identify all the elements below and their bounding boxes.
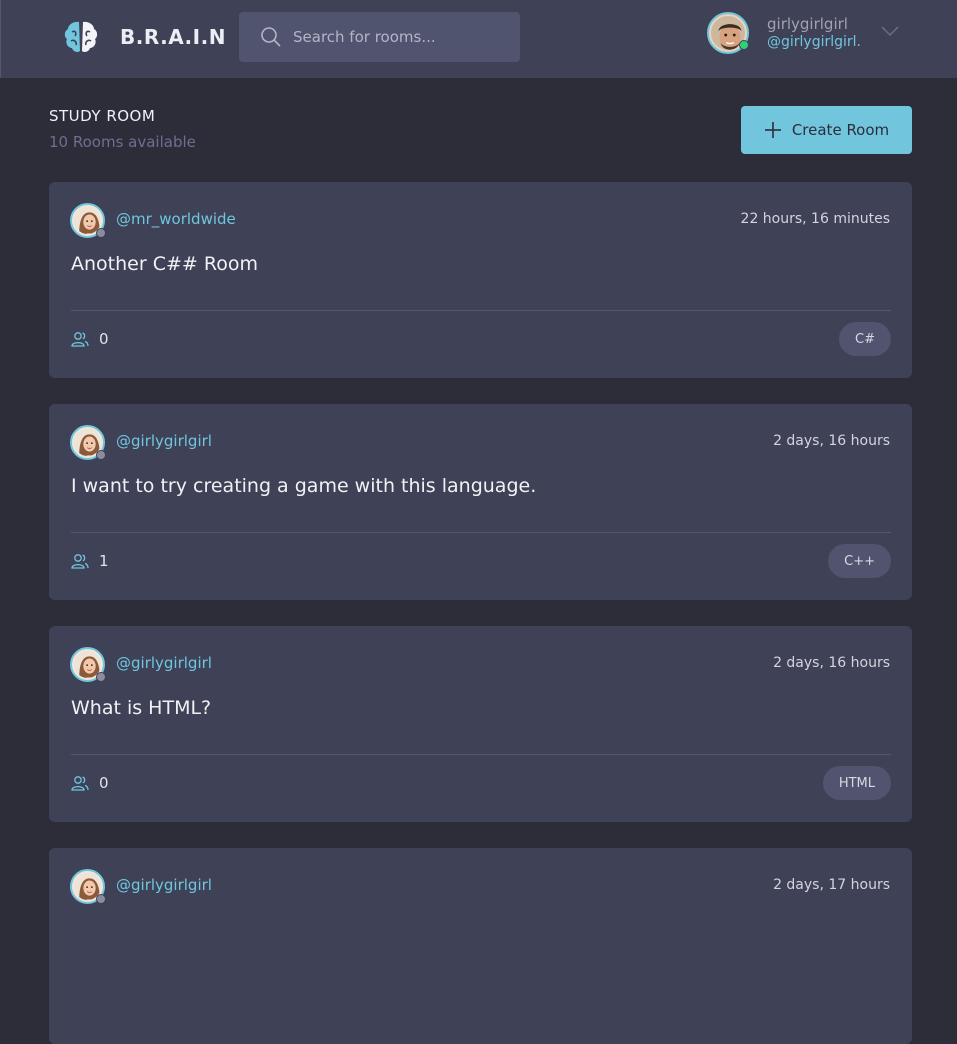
host-avatar[interactable] (70, 647, 106, 682)
room-host[interactable]: @mr_worldwide (116, 210, 236, 228)
participant-count: 1 (99, 552, 109, 570)
topic-tag[interactable]: HTML (822, 766, 891, 800)
room-card[interactable]: @girlygirlgirl 2 days, 16 hours I want t… (49, 404, 912, 600)
room-host[interactable]: @girlygirlgirl (116, 432, 212, 450)
participants: 0 (71, 774, 109, 792)
divider (71, 532, 891, 533)
room-title[interactable]: I want to try creating a game with this … (71, 475, 536, 497)
participant-count: 0 (99, 774, 109, 792)
room-time: 2 days, 16 hours (773, 433, 890, 449)
create-room-button[interactable]: Create Room (741, 106, 912, 154)
create-room-label: Create Room (791, 121, 890, 139)
users-icon (71, 776, 89, 791)
topic-tag[interactable]: C++ (828, 544, 891, 578)
users-icon (71, 554, 89, 569)
user-menu[interactable]: girlygirlgirl @girlygirlgirl. (707, 12, 861, 54)
divider (71, 310, 891, 311)
room-time: 22 hours, 16 minutes (740, 211, 890, 227)
room-title[interactable]: Another C## Room (71, 253, 258, 275)
host-avatar[interactable] (70, 425, 106, 460)
participant-count: 0 (99, 330, 109, 348)
room-card[interactable]: @girlygirlgirl 2 days, 16 hours What is … (49, 626, 912, 822)
room-time: 2 days, 17 hours (773, 877, 890, 893)
top-nav: B.R.A.I.N girlygirlg (0, 0, 957, 78)
user-handle: @girlygirlgirl. (767, 34, 862, 50)
rooms-count: 10 Rooms available (49, 133, 196, 151)
divider (71, 754, 891, 755)
search-input[interactable] (293, 28, 493, 46)
host-avatar[interactable] (70, 869, 106, 904)
topic-tag[interactable]: C# (839, 322, 891, 356)
brain-logo-icon (64, 21, 98, 52)
participants: 0 (71, 330, 109, 348)
room-time: 2 days, 16 hours (773, 655, 890, 671)
host-avatar[interactable] (70, 203, 106, 238)
status-dot (96, 672, 106, 682)
participants: 1 (71, 552, 109, 570)
logo-text: B.R.A.I.N (120, 25, 226, 49)
room-card[interactable]: @girlygirlgirl 2 days, 17 hours (49, 848, 912, 1044)
logo[interactable]: B.R.A.I.N (62, 18, 226, 56)
user-avatar[interactable] (707, 12, 749, 54)
chevron-down-icon[interactable] (881, 24, 899, 38)
room-card[interactable]: @mr_worldwide 22 hours, 16 minutes Anoth… (49, 182, 912, 378)
search-icon (261, 27, 281, 47)
room-host[interactable]: @girlygirlgirl (116, 876, 212, 894)
status-dot (96, 894, 106, 904)
user-name: girlygirlgirl (767, 15, 848, 33)
plus-icon (764, 122, 781, 138)
status-dot (96, 228, 106, 238)
room-title[interactable]: What is HTML? (71, 697, 211, 719)
status-dot (96, 450, 106, 460)
users-icon (71, 332, 89, 347)
search-bar[interactable] (239, 12, 520, 62)
room-host[interactable]: @girlygirlgirl (116, 654, 212, 672)
online-status-dot (739, 40, 749, 50)
page-title: STUDY ROOM (49, 107, 156, 125)
